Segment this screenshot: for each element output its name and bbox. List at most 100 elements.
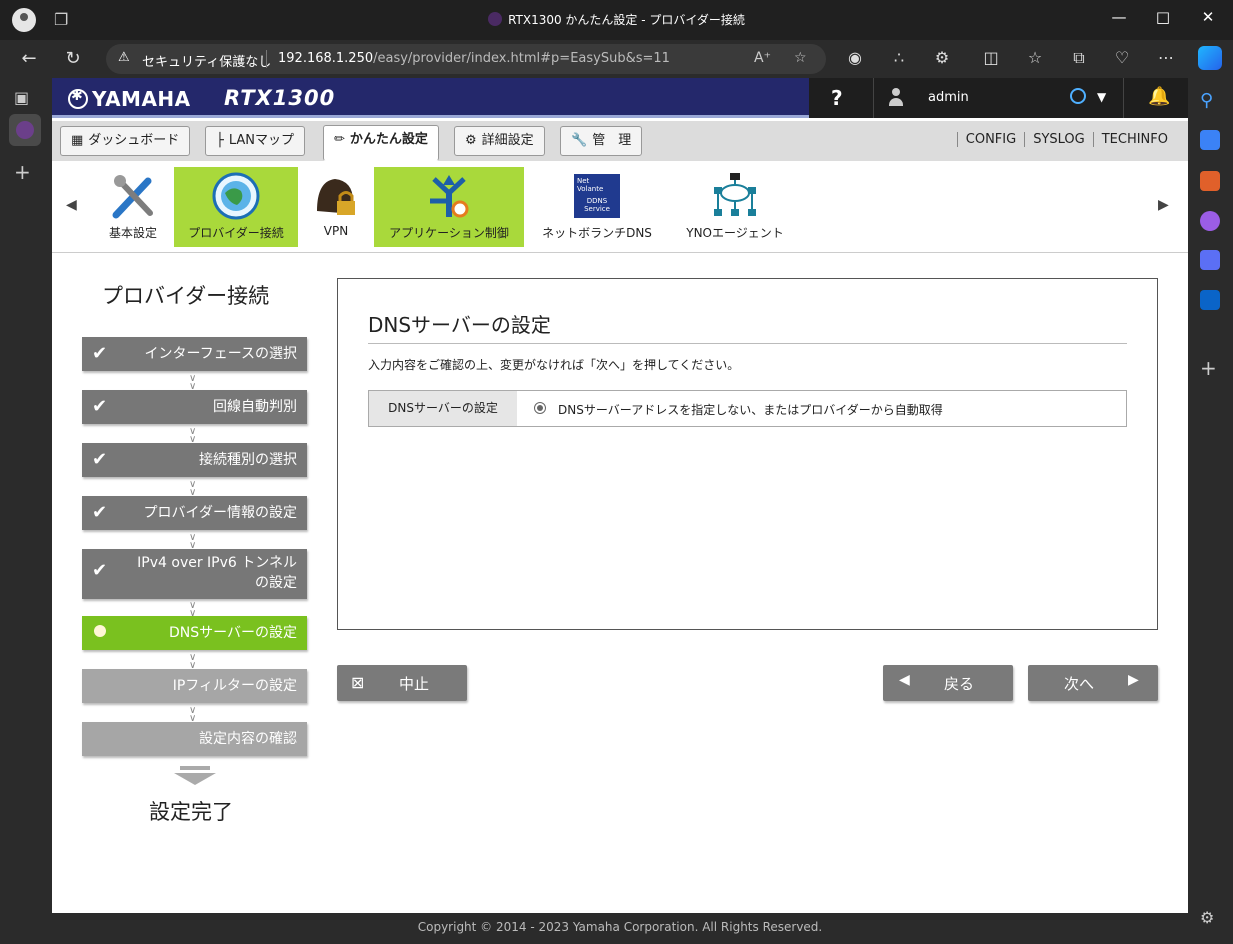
extension-dots-icon[interactable]: ∴ <box>887 48 911 67</box>
tools-wrench-icon <box>108 171 158 221</box>
cancel-button[interactable]: ⊠ 中止 <box>337 665 467 701</box>
shopping-tag-icon[interactable] <box>1200 130 1220 150</box>
record-icon[interactable]: ◉ <box>843 48 867 67</box>
close-box-icon: ⊠ <box>351 673 365 692</box>
dns-setting-label: DNSサーバーの設定 <box>369 391 517 426</box>
read-aloud-icon[interactable]: A⁺ <box>754 50 771 66</box>
outlook-icon[interactable] <box>1200 290 1220 310</box>
step-dns-server: DNSサーバーの設定 <box>82 616 307 650</box>
vertical-tabs-bar: ▣ + <box>0 78 52 944</box>
step-interface-select[interactable]: ✔ インターフェースの選択 <box>82 337 307 371</box>
tab-lan-map[interactable]: ├ LANマップ <box>205 126 305 156</box>
panel-description: 入力内容をご確認の上、変更がなければ「次へ」を押してください。 <box>368 358 740 372</box>
warning-icon: ⚠ <box>118 50 130 65</box>
checkmark-icon: ✔ <box>92 396 108 417</box>
dns-settings-panel: DNSサーバーの設定 入力内容をご確認の上、変更がなければ「次へ」を押してくださ… <box>337 278 1158 630</box>
url-text[interactable]: 192.168.1.250/easy/provider/index.html#p… <box>278 51 670 66</box>
games-icon[interactable] <box>1200 211 1220 231</box>
config-link[interactable]: CONFIG <box>956 132 1025 147</box>
yamaha-mark-icon <box>68 88 88 109</box>
status-ring-icon <box>1070 88 1086 104</box>
extensions-icon[interactable]: ⚙ <box>930 48 954 67</box>
step-confirm: 設定内容の確認 <box>82 722 307 756</box>
checkmark-icon: ✔ <box>92 502 108 523</box>
site-favicon-icon <box>488 12 503 26</box>
checkmark-icon: ✔ <box>92 449 108 470</box>
icon-vpn[interactable]: VPN <box>306 167 366 247</box>
header-tools: ? admin ▼ 🔔 <box>809 78 1188 118</box>
step-ip-filter: IPフィルターの設定 <box>82 669 307 703</box>
icon-yno-agent[interactable]: YNOエージェント <box>670 167 800 247</box>
more-menu-icon[interactable]: ⋯ <box>1154 48 1178 67</box>
scroll-right-arrow-icon[interactable]: ▶ <box>1158 197 1169 213</box>
techinfo-link[interactable]: TECHINFO <box>1092 132 1176 147</box>
icon-basic-settings[interactable]: 基本設定 <box>100 167 166 247</box>
tab-easy-setup[interactable]: ✏ かんたん設定 <box>323 125 439 161</box>
title-bar: ❐ RTX1300 かんたん設定 - プロバイダー接続 — □ ✕ <box>0 0 1233 40</box>
help-icon[interactable]: ? <box>831 86 843 110</box>
next-button[interactable]: 次へ ▶ <box>1028 665 1158 701</box>
chevron-down-icon[interactable]: ▼ <box>1097 90 1106 104</box>
copilot-icon[interactable] <box>1198 46 1222 70</box>
favorite-star-icon[interactable]: ☆ <box>794 50 807 66</box>
minimize-icon[interactable]: — <box>1104 8 1134 26</box>
user-icon <box>889 88 903 106</box>
step-connection-type[interactable]: ✔ 接続種別の選択 <box>82 443 307 477</box>
favorites-icon[interactable]: ☆ <box>1023 48 1047 67</box>
settings-gear-icon[interactable]: ⚙ <box>1200 908 1220 928</box>
scroll-left-arrow-icon[interactable]: ◀ <box>66 197 77 213</box>
syslog-link[interactable]: SYSLOG <box>1024 132 1093 147</box>
refresh-icon[interactable]: ↻ <box>60 48 86 69</box>
dns-setting-value: DNSサーバーアドレスを指定しない、またはプロバイダーから自動取得 <box>558 403 943 417</box>
tab-panel-icon[interactable]: ▣ <box>14 88 29 107</box>
edge-sidebar: ⚲ + ⚙ <box>1188 78 1233 944</box>
security-label[interactable]: セキュリティ保護なし <box>142 51 271 70</box>
step-line-detection[interactable]: ✔ 回線自動判別 <box>82 390 307 424</box>
wizard-finish-label: 設定完了 <box>149 800 233 824</box>
url-field[interactable]: ⚠ セキュリティ保護なし 192.168.1.250/easy/provider… <box>106 44 826 74</box>
easy-setup-icon-bar: ◀ 基本設定 プロバイダー接続 VPN アプリケーション制御 Net Volan… <box>52 161 1188 253</box>
triangle-right-icon: ▶ <box>1128 672 1139 688</box>
search-icon[interactable]: ⚲ <box>1200 90 1220 111</box>
step-provider-info[interactable]: ✔ プロバイダー情報の設定 <box>82 496 307 530</box>
lan-map-icon: ├ <box>216 133 224 148</box>
globe-icon <box>211 171 261 221</box>
tools-icon[interactable] <box>1200 171 1220 191</box>
active-tab-icon[interactable] <box>9 114 41 146</box>
current-step-marker-icon <box>94 625 106 637</box>
wrench-icon: 🔧 <box>571 133 588 148</box>
split-screen-icon[interactable]: ◫ <box>979 48 1003 67</box>
tab-dashboard[interactable]: ▦ ダッシュボード <box>60 126 191 156</box>
browser-essentials-icon[interactable]: ♡ <box>1110 48 1134 67</box>
icon-netvolante-dns[interactable]: Net Volante DDNS Service ネットボランチDNS <box>532 167 662 247</box>
dashboard-icon: ▦ <box>71 133 84 148</box>
ddns-service-icon: Net Volante DDNS Service <box>572 171 622 221</box>
microsoft365-icon[interactable] <box>1200 250 1220 270</box>
new-tab-icon[interactable]: + <box>14 160 31 184</box>
collections-icon[interactable]: ⧉ <box>1067 48 1091 68</box>
close-icon[interactable]: ✕ <box>1193 8 1223 26</box>
dns-auto-radio <box>534 402 546 414</box>
back-arrow-icon[interactable]: ← <box>16 48 42 69</box>
icon-application-control[interactable]: アプリケーション制御 <box>374 167 524 247</box>
back-button[interactable]: ◀ 戻る <box>883 665 1013 701</box>
maximize-icon[interactable]: □ <box>1148 8 1178 26</box>
tab-management[interactable]: 🔧 管 理 <box>560 126 643 156</box>
icon-provider-connection[interactable]: プロバイダー接続 <box>174 167 298 247</box>
router-web-page: YAMAHA RTX1300 ? admin ▼ 🔔 ▦ダッシュボード ├LAN… <box>52 78 1188 944</box>
panel-title: DNSサーバーの設定 <box>368 313 551 337</box>
address-bar: ← ↻ ⚠ セキュリティ保護なし 192.168.1.250/easy/prov… <box>0 40 1233 78</box>
user-name[interactable]: admin <box>928 90 969 105</box>
bell-icon[interactable]: 🔔 <box>1148 86 1170 107</box>
tab-advanced-settings[interactable]: ⚙ 詳細設定 <box>454 126 545 156</box>
checkmark-icon: ✔ <box>92 343 108 364</box>
dns-setting-row: DNSサーバーの設定 DNSサーバーアドレスを指定しない、またはプロバイダーから… <box>368 390 1127 427</box>
chevron-down-icon: ∨ ∨ <box>189 532 197 551</box>
arrows-branch-icon <box>424 171 474 221</box>
gear-icon: ⚙ <box>465 133 477 148</box>
model-name: RTX1300 <box>224 86 336 110</box>
triangle-left-icon: ◀ <box>899 672 910 688</box>
add-sidebar-icon[interactable]: + <box>1200 356 1220 380</box>
step-ipv4-over-ipv6[interactable]: ✔ IPv4 over IPv6 トンネル の設定 <box>82 549 307 599</box>
top-links: CONFIG SYSLOG TECHINFO <box>956 132 1176 147</box>
